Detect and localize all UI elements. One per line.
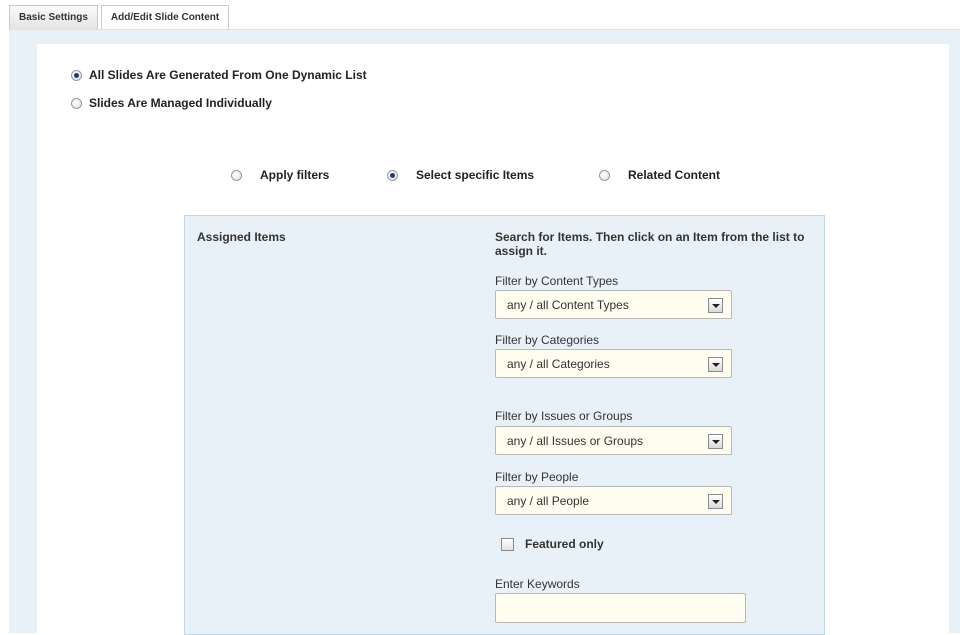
search-instructions: Search for Items. Then click on an Item … — [495, 230, 805, 258]
slide-mode-option-dynamic[interactable]: All Slides Are Generated From One Dynami… — [71, 68, 367, 82]
chevron-down-icon[interactable] — [708, 434, 723, 449]
featured-only-label: Featured only — [525, 537, 604, 551]
item-assignment-box: Assigned Items Search for Items. Then cl… — [184, 215, 825, 635]
assigned-items-heading: Assigned Items — [197, 230, 286, 244]
chevron-down-icon[interactable] — [708, 298, 723, 313]
categories-label: Filter by Categories — [495, 333, 600, 347]
keywords-input[interactable] — [495, 593, 746, 623]
categories-select[interactable]: any / all Categories — [495, 349, 732, 378]
tab-add-edit-slide-content[interactable]: Add/Edit Slide Content — [100, 5, 230, 30]
individual-radio[interactable] — [71, 97, 82, 109]
chevron-down-icon[interactable] — [708, 494, 723, 509]
chevron-down-icon[interactable] — [708, 357, 723, 372]
people-value: any / all People — [507, 494, 590, 508]
issues-groups-select[interactable]: any / all Issues or Groups — [495, 426, 732, 455]
source-option-apply-filters[interactable]: Apply filters — [231, 168, 329, 182]
slide-content-panel: All Slides Are Generated From One Dynami… — [37, 44, 949, 635]
content-types-select[interactable]: any / all Content Types — [495, 290, 732, 319]
issues-groups-label: Filter by Issues or Groups — [495, 409, 633, 423]
dynamic-list-radio[interactable] — [71, 69, 82, 81]
tab-content-area: All Slides Are Generated From One Dynami… — [9, 29, 960, 635]
apply-filters-radio[interactable] — [231, 169, 242, 181]
apply-filters-label: Apply filters — [260, 168, 330, 182]
related-content-radio[interactable] — [599, 169, 610, 181]
select-items-radio[interactable] — [387, 169, 398, 181]
issues-groups-value: any / all Issues or Groups — [507, 434, 644, 448]
source-option-select-items[interactable]: Select specific Items — [387, 168, 534, 182]
keywords-label: Enter Keywords — [495, 577, 580, 591]
featured-only-checkbox[interactable] — [501, 537, 514, 551]
tab-basic-settings[interactable]: Basic Settings — [9, 5, 98, 29]
content-types-label: Filter by Content Types — [495, 274, 619, 288]
dynamic-list-label: All Slides Are Generated From One Dynami… — [89, 68, 367, 82]
categories-value: any / all Categories — [507, 357, 610, 371]
select-items-label: Select specific Items — [416, 168, 535, 182]
people-select[interactable]: any / all People — [495, 486, 732, 515]
tab-bar: Basic Settings Add/Edit Slide Content — [9, 5, 232, 30]
featured-only-option[interactable]: Featured only — [501, 537, 604, 551]
source-option-related-content[interactable]: Related Content — [599, 168, 720, 182]
related-content-label: Related Content — [628, 168, 721, 182]
individual-label: Slides Are Managed Individually — [89, 96, 272, 110]
slide-mode-option-individual[interactable]: Slides Are Managed Individually — [71, 96, 272, 110]
content-types-value: any / all Content Types — [507, 298, 629, 312]
people-label: Filter by People — [495, 470, 579, 484]
